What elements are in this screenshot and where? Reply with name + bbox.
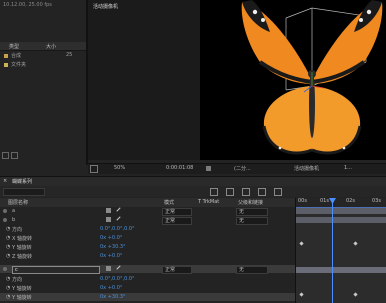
shy-icon[interactable]	[242, 188, 250, 196]
shape-icon[interactable]	[106, 266, 111, 271]
parent-dropdown[interactable]: 无	[236, 216, 268, 225]
stopwatch-icon[interactable]: ◔	[6, 235, 10, 241]
frame-blend-icon[interactable]	[258, 188, 266, 196]
stopwatch-icon[interactable]: ◔	[6, 226, 10, 232]
zoom-dropdown[interactable]: 50%	[114, 165, 125, 171]
composition-viewer[interactable]	[200, 0, 386, 160]
timeline-search-input[interactable]	[3, 188, 45, 196]
timeline-tab-close-icon[interactable]: ×	[3, 178, 7, 184]
project-item-folder[interactable]: 文件夹	[4, 61, 82, 68]
quality-switch-icon[interactable]	[116, 265, 121, 270]
mode-dropdown[interactable]: 正常	[162, 207, 192, 216]
project-panel: 10.12.00, 25.00 fps 类型 大小 合成 25 文件夹	[0, 0, 86, 160]
stopwatch-icon[interactable]: ◔	[6, 253, 10, 259]
parent-dropdown[interactable]: 无	[236, 265, 268, 274]
timeline-track-area[interactable]: 00s 01s 02s 03s	[295, 198, 386, 303]
col-mode[interactable]: 模式	[164, 199, 174, 206]
viewer-snapshot-icon[interactable]	[90, 165, 98, 173]
project-item-comp[interactable]: 合成 25	[4, 52, 82, 59]
col-type[interactable]: 类型	[9, 43, 19, 50]
current-time[interactable]: 0:00:01:08	[166, 165, 193, 171]
project-header: 类型 大小	[0, 42, 86, 51]
property-row[interactable]: ◔ Y 轴旋转 0x +30.3°	[0, 293, 295, 301]
layer-list: a 正常 无 b 正常 无 ◔ 方向 0.0°,0.0°,0.0° ◔ X 轴旋…	[0, 207, 295, 303]
comp-flowchart-icon[interactable]	[210, 188, 218, 196]
col-layer-name[interactable]: 图层名称	[8, 199, 28, 206]
layer-name-edit-field[interactable]: c	[12, 265, 100, 274]
stopwatch-icon[interactable]: ◔	[6, 294, 10, 300]
playhead[interactable]	[332, 198, 333, 303]
layer-duration-bar[interactable]	[296, 267, 386, 273]
property-row[interactable]: ◔ X 轴旋转 0x +0.0°	[0, 234, 295, 242]
new-comp-icon[interactable]	[11, 152, 18, 159]
comp-icon	[4, 53, 8, 58]
ruler-tick: 01s	[320, 198, 329, 204]
time-ruler[interactable]: 00s 01s 02s 03s	[296, 198, 386, 207]
composition-tab[interactable]: 活动摄像机	[93, 3, 118, 10]
visibility-eye-icon[interactable]	[3, 208, 7, 213]
visibility-eye-icon[interactable]	[3, 266, 7, 271]
viewer-toolbar: 50% 0:00:01:08 (二分... 活动摄像机 1...	[88, 163, 386, 174]
project-date: 10.12.00, 25.00 fps	[3, 2, 52, 8]
layer-row-selected[interactable]: c 正常 无	[0, 265, 295, 274]
shape-icon[interactable]	[106, 208, 111, 213]
visibility-eye-icon[interactable]	[3, 217, 7, 222]
resolution-dropdown[interactable]: (二分...	[234, 165, 251, 172]
col-parent[interactable]: 父级和链接	[238, 199, 263, 206]
view-dropdown[interactable]: 活动摄像机	[294, 165, 319, 172]
butterfly-image	[241, 0, 383, 155]
folder-icon	[4, 62, 8, 67]
motion-blur-icon[interactable]	[274, 188, 282, 196]
timeline-tab[interactable]: 蝴蝶系列	[12, 178, 32, 185]
quality-switch-icon[interactable]	[116, 216, 121, 221]
mode-dropdown[interactable]: 正常	[162, 216, 192, 225]
keyframe[interactable]	[299, 241, 304, 246]
property-row[interactable]: ◔ Y 轴旋转 0x +0.0°	[0, 284, 295, 292]
layer-duration-bar[interactable]	[296, 217, 386, 223]
views-count-dropdown[interactable]: 1...	[344, 165, 352, 171]
property-row[interactable]: ◔ 方向 0.0°,0.0°,0.0°	[0, 225, 295, 233]
keyframe[interactable]	[299, 292, 304, 297]
stopwatch-icon[interactable]: ◔	[6, 244, 10, 250]
ruler-tick: 02s	[346, 198, 355, 204]
keyframe[interactable]	[353, 241, 358, 246]
keyframe[interactable]	[353, 292, 358, 297]
property-row[interactable]: ◔ Z 轴旋转 0x +0.0°	[0, 252, 295, 260]
layer-duration-bar[interactable]	[296, 208, 386, 214]
property-row[interactable]: ◔ Y 轴旋转 0x +30.3°	[0, 243, 295, 251]
stopwatch-icon[interactable]: ◔	[6, 276, 10, 282]
stopwatch-icon[interactable]: ◔	[6, 285, 10, 291]
timeline-toolbar	[0, 186, 386, 197]
layer-row[interactable]: a 正常 无	[0, 207, 295, 216]
shape-icon[interactable]	[106, 217, 111, 222]
quality-switch-icon[interactable]	[116, 207, 121, 212]
mode-dropdown[interactable]: 正常	[162, 265, 192, 274]
draft3d-icon[interactable]	[226, 188, 234, 196]
camera-icon[interactable]	[206, 166, 211, 171]
ruler-tick: 03s	[372, 198, 381, 204]
ruler-tick: 00s	[298, 198, 307, 204]
new-folder-icon[interactable]	[2, 152, 9, 159]
property-row[interactable]: ◔ 方向 0.0°,0.0°,0.0°	[0, 275, 295, 283]
project-footer	[2, 152, 62, 159]
layer-row[interactable]: b 正常 无	[0, 216, 295, 225]
col-trkmat[interactable]: T TrkMat	[198, 199, 219, 205]
parent-dropdown[interactable]: 无	[236, 207, 268, 216]
col-size[interactable]: 大小	[46, 43, 56, 50]
